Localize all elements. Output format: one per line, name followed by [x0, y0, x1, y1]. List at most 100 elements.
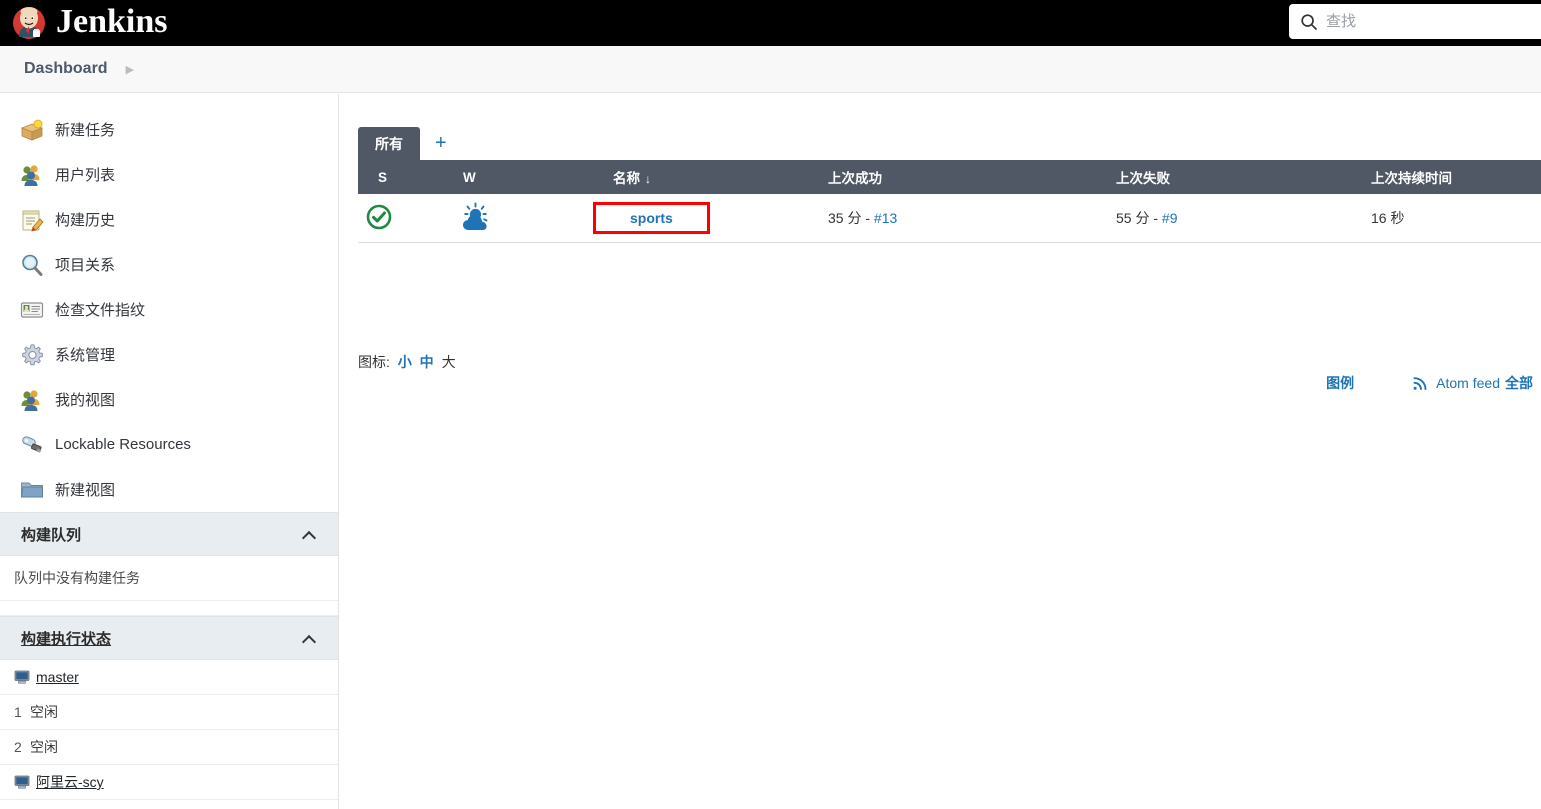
icon-size-label: 图标:: [358, 354, 390, 370]
build-executor-title: 构建执行状态: [21, 630, 112, 648]
sidebar-item-my-views[interactable]: 我的视图: [0, 377, 338, 422]
cell-last-failure: 55 分 - #9: [1096, 194, 1351, 243]
weather-sun-behind-cloud-icon[interactable]: [460, 202, 492, 235]
build-queue-header[interactable]: 构建队列: [0, 512, 338, 556]
new-item-icon: [20, 118, 44, 142]
atom-feed-link[interactable]: Atom feed: [1436, 375, 1500, 391]
sidebar: 新建任务 用户列表 构建历史 项目关系 检查文件指纹 系统管理 我的视图 Loc…: [0, 94, 339, 809]
folder-icon: [20, 478, 44, 502]
chevron-up-icon[interactable]: [303, 634, 317, 643]
computer-icon: [14, 670, 30, 684]
last-failure-build-link[interactable]: #9: [1162, 210, 1178, 226]
executor-node-label[interactable]: master: [36, 669, 79, 685]
chevron-up-icon[interactable]: [303, 530, 317, 539]
last-failure-separator: -: [1153, 210, 1159, 226]
sidebar-item-label: 用户列表: [55, 167, 116, 184]
fingerprint-check-icon: [20, 298, 44, 322]
status-success-check-icon[interactable]: [366, 204, 392, 230]
sidebar-item-label: 项目关系: [55, 257, 116, 274]
build-queue-empty-text: 队列中没有构建任务: [0, 556, 338, 601]
executor-index: 2: [14, 739, 22, 755]
executor-node-row[interactable]: 阿里云-scy: [0, 765, 338, 800]
usb-lock-icon: [20, 433, 44, 457]
my-views-icon: [20, 388, 44, 412]
executor-slot-row: 1 空闲: [0, 695, 338, 730]
sidebar-item-label: Lockable Resources: [55, 436, 191, 453]
last-failure-time: 55 分: [1116, 210, 1150, 226]
sidebar-item-build-history[interactable]: 构建历史: [0, 197, 338, 242]
atom-feed-all-link[interactable]: 全部: [1505, 373, 1533, 393]
sidebar-item-fingerprint-check[interactable]: 检查文件指纹: [0, 287, 338, 332]
cell-status: [358, 194, 443, 243]
icon-size-selector: 图标: 小 中 大: [358, 352, 456, 372]
last-success-time: 35 分: [828, 210, 862, 226]
sidebar-item-label: 新建视图: [55, 482, 116, 499]
main-footer-links: 图例 Atom feed 全部: [1326, 373, 1541, 393]
search-box[interactable]: [1289, 4, 1541, 39]
chevron-right-icon[interactable]: ▶: [126, 63, 134, 76]
sidebar-item-label: 系统管理: [55, 347, 116, 364]
cell-name: sports: [593, 194, 808, 243]
sidebar-item-manage-jenkins[interactable]: 系统管理: [0, 332, 338, 377]
sidebar-item-people[interactable]: 用户列表: [0, 152, 338, 197]
brand-home-link[interactable]: Jenkins: [10, 0, 168, 46]
jobs-table-header-row: S W 名称 ↓ 上次成功 上次失败 上次持续时间: [358, 160, 1541, 194]
sidebar-task-list: 新建任务 用户列表 构建历史 项目关系 检查文件指纹 系统管理 我的视图 Loc…: [0, 94, 338, 512]
job-link-sports[interactable]: sports: [630, 210, 673, 226]
top-header: Jenkins: [0, 0, 1541, 46]
brand-title: Jenkins: [56, 2, 168, 40]
icon-size-medium-link[interactable]: 中: [420, 354, 434, 370]
sidebar-item-label: 新建任务: [55, 122, 116, 139]
executor-slot-row: 2 空闲: [0, 730, 338, 765]
sidebar-item-new-view[interactable]: 新建视图: [0, 467, 338, 512]
last-duration-value: 16 秒: [1371, 210, 1405, 226]
column-header-name[interactable]: 名称 ↓: [593, 160, 808, 194]
column-header-last-success[interactable]: 上次成功: [808, 160, 1096, 194]
sidebar-spacer: [0, 601, 338, 616]
add-view-button[interactable]: +: [420, 127, 462, 160]
gear-icon: [20, 343, 44, 367]
sidebar-item-label: 我的视图: [55, 392, 116, 409]
column-header-last-failure[interactable]: 上次失败: [1096, 160, 1351, 194]
sidebar-item-label: 检查文件指纹: [55, 302, 146, 319]
breadcrumb: Dashboard ▶: [0, 46, 1541, 93]
computer-icon: [14, 775, 30, 789]
cell-weather: [443, 194, 593, 243]
sidebar-item-new-job[interactable]: 新建任务: [0, 107, 338, 152]
cell-last-duration: 16 秒: [1351, 194, 1541, 243]
build-queue-title: 构建队列: [21, 526, 82, 544]
sidebar-item-project-relationship[interactable]: 项目关系: [0, 242, 338, 287]
main-content: 所有 + S W 名称 ↓ 上次成功 上次失败 上次持续时间 sports 35…: [340, 94, 1541, 809]
sort-descending-icon: ↓: [645, 172, 651, 186]
executor-node-label[interactable]: 阿里云-scy: [36, 772, 104, 792]
executor-node-row[interactable]: master: [0, 660, 338, 695]
sidebar-item-label: 构建历史: [55, 212, 116, 229]
jobs-table: S W 名称 ↓ 上次成功 上次失败 上次持续时间 sports 35 分 - …: [358, 160, 1541, 243]
executor-state: 空闲: [30, 739, 58, 755]
icon-size-small-link[interactable]: 小: [398, 354, 412, 370]
atom-feed-group: Atom feed 全部: [1412, 373, 1533, 393]
table-row: sports 35 分 - #13 55 分 - #9 16 秒: [358, 194, 1541, 243]
build-executor-header[interactable]: 构建执行状态: [0, 616, 338, 660]
search-icon: [1300, 13, 1318, 31]
breadcrumb-item-dashboard[interactable]: Dashboard: [24, 60, 108, 78]
column-header-weather[interactable]: W: [443, 160, 593, 194]
icon-size-large-current: 大: [441, 354, 456, 370]
cell-last-success: 35 分 - #13: [808, 194, 1096, 243]
legend-link[interactable]: 图例: [1326, 373, 1354, 393]
view-tab-bar: 所有 +: [358, 127, 462, 160]
last-success-build-link[interactable]: #13: [874, 210, 897, 226]
build-history-icon: [20, 208, 44, 232]
job-name-highlight-box: sports: [593, 202, 710, 234]
project-relationship-icon: [20, 253, 44, 277]
column-header-status[interactable]: S: [358, 160, 443, 194]
column-header-last-duration[interactable]: 上次持续时间: [1351, 160, 1541, 194]
rss-icon: [1412, 375, 1429, 391]
jenkins-butler-logo-icon: [10, 4, 48, 42]
last-success-separator: -: [865, 210, 871, 226]
executor-index: 1: [14, 704, 22, 720]
search-input[interactable]: [1326, 13, 1526, 30]
sidebar-item-lockable-resources[interactable]: Lockable Resources: [0, 422, 338, 467]
executor-state: 空闲: [30, 704, 58, 720]
tab-all[interactable]: 所有: [358, 127, 420, 160]
